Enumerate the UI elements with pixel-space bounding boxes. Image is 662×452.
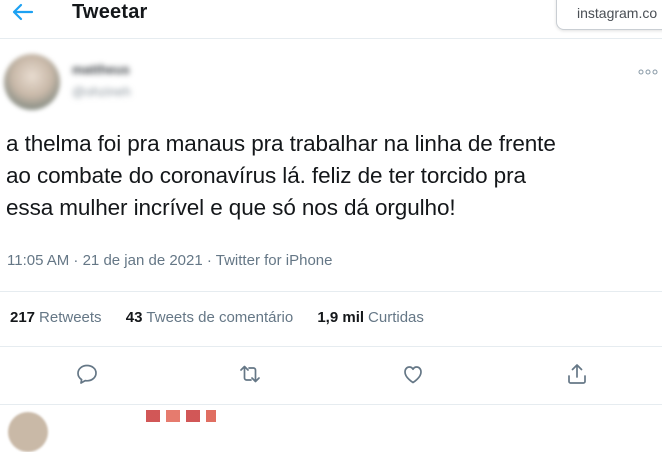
tweet-text-line: a thelma foi pra manaus pra trabalhar na… xyxy=(6,131,556,156)
retweet-icon[interactable] xyxy=(238,362,262,386)
tweet-stats: 217 Retweets 43 Tweets de comentário 1,9 m… xyxy=(10,309,444,326)
like-icon[interactable] xyxy=(401,362,425,386)
tweet-source[interactable]: Twitter for iPhone xyxy=(216,252,333,269)
arrow-left-icon[interactable] xyxy=(10,2,34,22)
divider xyxy=(0,291,662,292)
tweet-meta: 11:05 AM · 21 de jan de 2021 · Twitter f… xyxy=(7,252,332,269)
next-tweet-avatar[interactable] xyxy=(8,412,48,452)
divider xyxy=(0,404,662,405)
share-icon[interactable] xyxy=(565,362,589,386)
quotes-label: Tweets de comentário xyxy=(146,309,294,326)
next-tweet-emoji-icon xyxy=(146,410,236,422)
author-name[interactable]: mattheus xyxy=(72,62,130,77)
retweets-count: 217 xyxy=(10,309,36,326)
likes-label: Curtidas xyxy=(368,309,424,326)
watermark-badge: instagram.co xyxy=(556,0,662,30)
author-handle[interactable]: @ohzineh xyxy=(72,84,131,99)
more-options-icon[interactable] xyxy=(638,64,658,75)
avatar[interactable] xyxy=(4,54,60,110)
quotes-stat[interactable]: 43 Tweets de comentário xyxy=(126,309,293,326)
reply-icon[interactable] xyxy=(75,362,99,386)
quotes-count: 43 xyxy=(125,309,143,326)
tweet-timestamp[interactable]: 11:05 AM · 21 de jan de 2021 · xyxy=(7,252,216,269)
retweets-stat[interactable]: 217 Retweets xyxy=(10,309,102,326)
divider xyxy=(0,346,662,347)
tweet-text-line: ao combate do coronavírus lá. feliz de t… xyxy=(6,163,526,188)
tweet-text-line: essa mulher incrível e que só nos dá org… xyxy=(6,195,456,220)
watermark-text: instagram.co xyxy=(577,5,658,21)
likes-stat[interactable]: 1,9 mil Curtidas xyxy=(317,309,424,326)
tweet-text: a thelma foi pra manaus pra trabalhar na… xyxy=(6,128,660,224)
retweets-label: Retweets xyxy=(39,309,102,326)
page-title: Tweetar xyxy=(72,1,148,23)
likes-count: 1,9 mil xyxy=(317,309,365,326)
